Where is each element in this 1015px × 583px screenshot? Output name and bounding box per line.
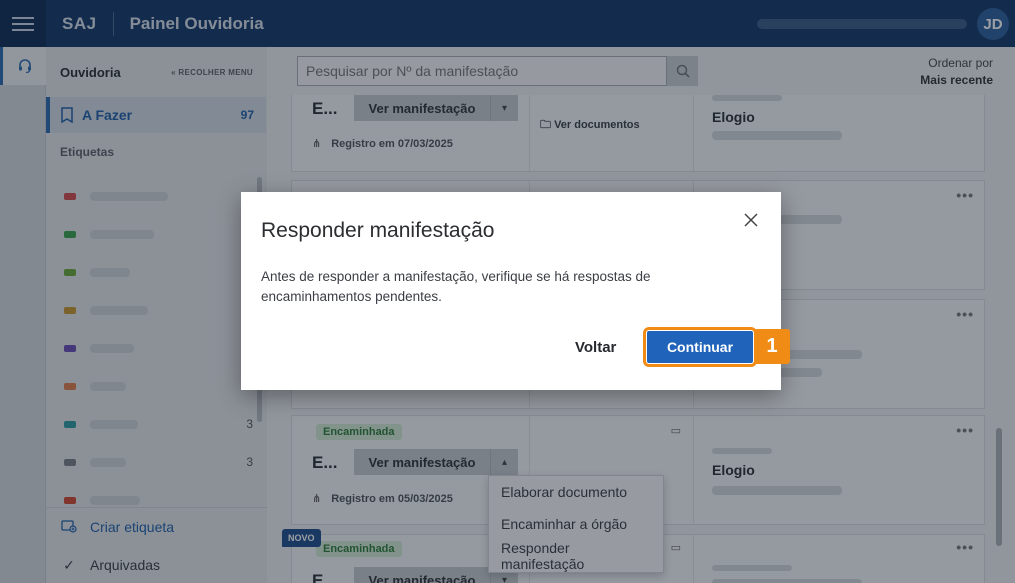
- dialog-message: Antes de responder a manifestação, verif…: [261, 269, 651, 304]
- dialog-title: Responder manifestação: [261, 219, 495, 242]
- respond-dialog: Responder manifestação Antes de responde…: [241, 192, 781, 390]
- continue-button[interactable]: Continuar: [643, 327, 757, 367]
- close-icon[interactable]: [744, 211, 758, 231]
- step-callout: 1: [754, 329, 790, 364]
- back-button[interactable]: Voltar: [575, 339, 616, 356]
